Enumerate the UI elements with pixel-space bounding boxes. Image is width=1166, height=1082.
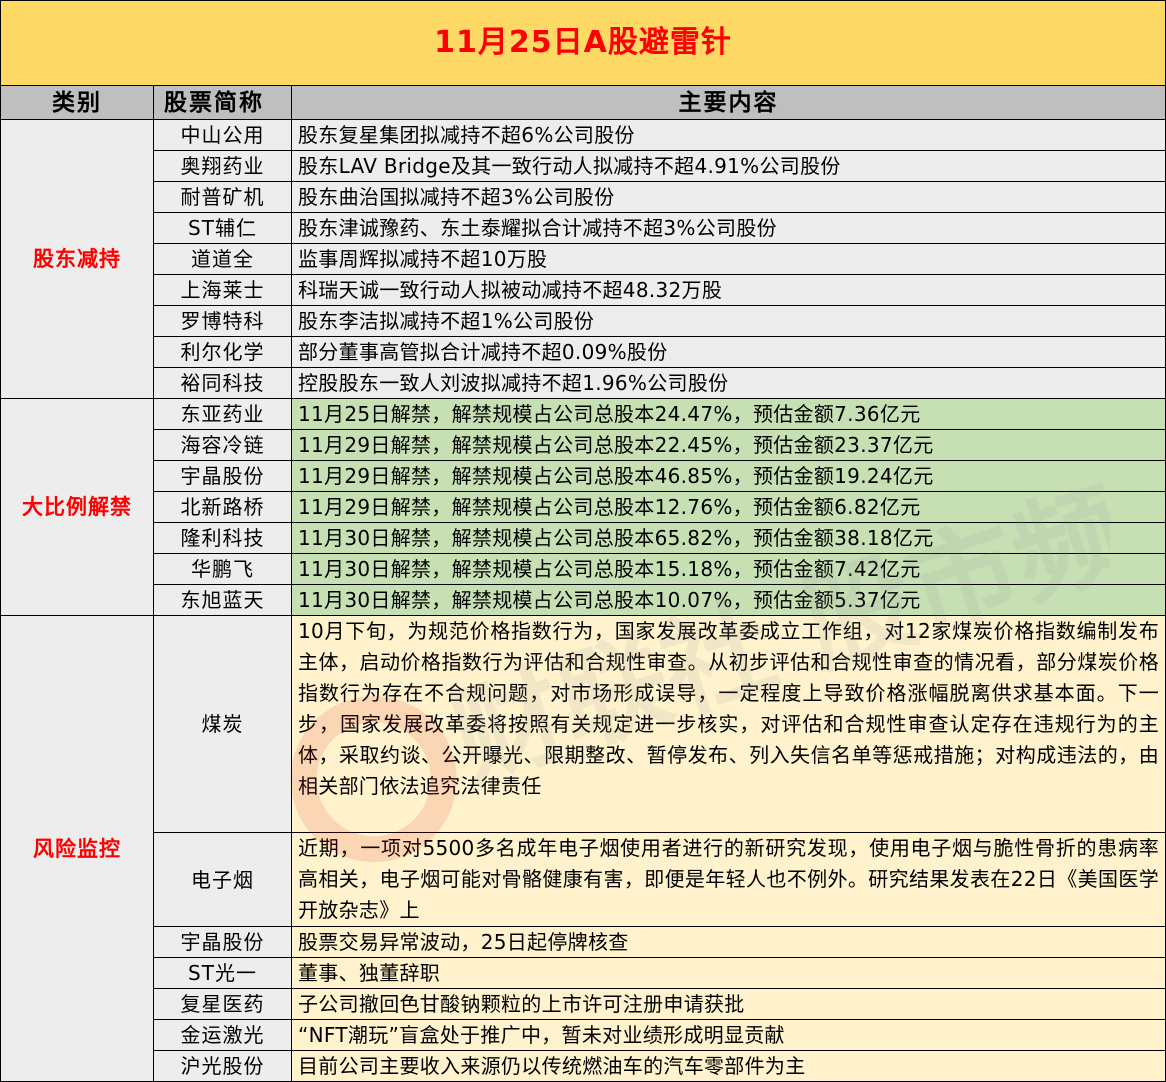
content-cell: 11月30日解禁，解禁规模占公司总股本10.07%，预估金额5.37亿元 bbox=[290, 584, 1166, 616]
table-row: 风险监控 煤炭 10月下旬，为规范价格指数行为，国家发展改革委成立工作组，对12家煤… bbox=[0, 615, 1166, 1082]
category-cell: 风险监控 bbox=[0, 615, 154, 1082]
stock-name-cell: 华鹏飞 bbox=[153, 553, 292, 585]
content-cell: “NFT潮玩”盲盒处于推广中，暂未对业绩形成明显贡献 bbox=[290, 1019, 1166, 1051]
stock-name-cell: 奥翔药业 bbox=[153, 150, 292, 182]
title-row: 11月25日A股避雷针 bbox=[0, 0, 1166, 86]
stock-name-cell: 上海莱士 bbox=[153, 274, 292, 306]
content-cell: 股东复星集团拟减持不超6%公司股份 bbox=[290, 119, 1166, 151]
stock-name-cell: 电子烟 bbox=[153, 832, 292, 927]
stock-name-cell: ST辅仁 bbox=[153, 212, 292, 244]
stock-name-cell: 裕同科技 bbox=[153, 367, 292, 399]
stock-name-cell: 耐普矿机 bbox=[153, 181, 292, 213]
table-row: 华鹏飞 11月30日解禁，解禁规模占公司总股本15.18%，预估金额7.42亿元 bbox=[1, 553, 1166, 585]
category-cell: 股东减持 bbox=[0, 119, 154, 399]
content-cell: 11月30日解禁，解禁规模占公司总股本65.82%，预估金额38.18亿元 bbox=[290, 522, 1166, 554]
table-row: 道道全 监事周辉拟减持不超10万股 bbox=[1, 243, 1166, 275]
table-row: 裕同科技 控股股东一致人刘波拟减持不超1.96%公司股份 bbox=[1, 367, 1166, 399]
table-row: ST辅仁 股东津诚豫药、东土泰耀拟合计减持不超3%公司股份 bbox=[1, 212, 1166, 244]
content-cell: 股东LAV Bridge及其一致行动人拟减持不超4.91%公司股份 bbox=[290, 150, 1166, 182]
stock-name-cell: 中山公用 bbox=[153, 119, 292, 151]
table-row: 复星医药 子公司撤回色甘酸钠颗粒的上市许可注册申请获批 bbox=[1, 988, 1166, 1020]
spreadsheet: 11月25日A股避雷针 类别 股票简称 主要内容 股东减持 中山公用 股东复星集团拟… bbox=[0, 0, 1166, 1082]
table-row: 海容冷链 11月29日解禁，解禁规模占公司总股本22.45%，预估金额23.37亿… bbox=[1, 429, 1166, 461]
table-row: 北新路桥 11月29日解禁，解禁规模占公司总股本12.76%，预估金额6.82亿元 bbox=[1, 491, 1166, 523]
table-row: 罗博特科 股东李洁拟减持不超1%公司股份 bbox=[1, 305, 1166, 337]
content-cell: 控股股东一致人刘波拟减持不超1.96%公司股份 bbox=[290, 367, 1166, 399]
stock-name-cell: 复星医药 bbox=[153, 988, 292, 1020]
stock-name-cell: 煤炭 bbox=[153, 615, 292, 833]
stock-name-cell: 海容冷链 bbox=[153, 429, 292, 461]
content-cell: 子公司撤回色甘酸钠颗粒的上市许可注册申请获批 bbox=[290, 988, 1166, 1020]
stock-name-cell: 道道全 bbox=[153, 243, 292, 275]
content-cell: 11月29日解禁，解禁规模占公司总股本12.76%，预估金额6.82亿元 bbox=[290, 491, 1166, 523]
table-row: 宇晶股份 股票交易异常波动，25日起停牌核查 bbox=[1, 926, 1166, 958]
page-title: 11月25日A股避雷针 bbox=[0, 0, 1166, 86]
table-row: 隆利科技 11月30日解禁，解禁规模占公司总股本65.82%，预估金额38.18亿… bbox=[1, 522, 1166, 554]
table-row: 上海莱士 科瑞天诚一致行动人拟被动减持不超48.32万股 bbox=[1, 274, 1166, 306]
content-cell: 科瑞天诚一致行动人拟被动减持不超48.32万股 bbox=[290, 274, 1166, 306]
header-row: 类别 股票简称 主要内容 bbox=[0, 85, 1166, 120]
stock-name-cell: 东亚药业 bbox=[153, 398, 292, 430]
table-row: 宇晶股份 11月29日解禁，解禁规模占公司总股本46.85%，预估金额19.24亿… bbox=[1, 460, 1166, 492]
table-row: 金运激光 “NFT潮玩”盲盒处于推广中，暂未对业绩形成明显贡献 bbox=[1, 1019, 1166, 1051]
stock-name-cell: 宇晶股份 bbox=[153, 926, 292, 958]
header-category: 类别 bbox=[0, 85, 154, 120]
stock-name-cell: 利尔化学 bbox=[153, 336, 292, 368]
stock-name-cell: 宇晶股份 bbox=[153, 460, 292, 492]
content-cell: 部分董事高管拟合计减持不超0.09%股份 bbox=[290, 336, 1166, 368]
content-cell: 股票交易异常波动，25日起停牌核查 bbox=[290, 926, 1166, 958]
content-cell: 11月29日解禁，解禁规模占公司总股本46.85%，预估金额19.24亿元 bbox=[290, 460, 1166, 492]
content-cell: 11月25日解禁，解禁规模占公司总股本24.47%，预估金额7.36亿元 bbox=[290, 398, 1166, 430]
table-row: 股东减持 中山公用 股东复星集团拟减持不超6%公司股份 bbox=[0, 119, 1166, 399]
table-row: 东旭蓝天 11月30日解禁，解禁规模占公司总股本10.07%，预估金额5.37亿元 bbox=[1, 584, 1166, 616]
stock-name-cell: 北新路桥 bbox=[153, 491, 292, 523]
stock-name-cell: 金运激光 bbox=[153, 1019, 292, 1051]
category-cell: 大比例解禁 bbox=[0, 398, 154, 616]
table-row: ST光一 董事、独董辞职 bbox=[1, 957, 1166, 989]
content-cell: 目前公司主要收入来源仍以传统燃油车的汽车零部件为主 bbox=[290, 1050, 1166, 1082]
content-cell: 近期，一项对5500多名成年电子烟使用者进行的新研究发现，使用电子烟与脆性骨折的… bbox=[290, 832, 1166, 927]
content-cell: 监事周辉拟减持不超10万股 bbox=[290, 243, 1166, 275]
content-cell: 股东津诚豫药、东土泰耀拟合计减持不超3%公司股份 bbox=[290, 212, 1166, 244]
stock-name-cell: 隆利科技 bbox=[153, 522, 292, 554]
header-stock: 股票简称 bbox=[153, 85, 292, 120]
table-row: 沪光股份 目前公司主要收入来源仍以传统燃油车的汽车零部件为主 bbox=[1, 1050, 1166, 1082]
header-content: 主要内容 bbox=[290, 85, 1166, 120]
table-row: 电子烟 近期，一项对5500多名成年电子烟使用者进行的新研究发现，使用电子烟与脆性… bbox=[1, 832, 1166, 927]
stock-name-cell: 沪光股份 bbox=[153, 1050, 292, 1082]
table-row: 耐普矿机 股东曲治国拟减持不超3%公司股份 bbox=[1, 181, 1166, 213]
content-cell: 11月29日解禁，解禁规模占公司总股本22.45%，预估金额23.37亿元 bbox=[290, 429, 1166, 461]
content-cell: 股东曲治国拟减持不超3%公司股份 bbox=[290, 181, 1166, 213]
stock-name-cell: 罗博特科 bbox=[153, 305, 292, 337]
content-cell: 股东李洁拟减持不超1%公司股份 bbox=[290, 305, 1166, 337]
content-cell: 10月下旬，为规范价格指数行为，国家发展改革委成立工作组，对12家煤炭价格指数编… bbox=[290, 615, 1166, 833]
content-cell: 董事、独董辞职 bbox=[290, 957, 1166, 989]
stock-name-cell: ST光一 bbox=[153, 957, 292, 989]
table-row: 利尔化学 部分董事高管拟合计减持不超0.09%股份 bbox=[1, 336, 1166, 368]
content-cell: 11月30日解禁，解禁规模占公司总股本15.18%，预估金额7.42亿元 bbox=[290, 553, 1166, 585]
risk-table: 11月25日A股避雷针 类别 股票简称 主要内容 股东减持 中山公用 股东复星集团拟… bbox=[0, 0, 1166, 1082]
table-row: 奥翔药业 股东LAV Bridge及其一致行动人拟减持不超4.91%公司股份 bbox=[1, 150, 1166, 182]
stock-name-cell: 东旭蓝天 bbox=[153, 584, 292, 616]
table-row: 大比例解禁 东亚药业 11月25日解禁，解禁规模占公司总股本24.47%，预估金额7… bbox=[0, 398, 1166, 616]
